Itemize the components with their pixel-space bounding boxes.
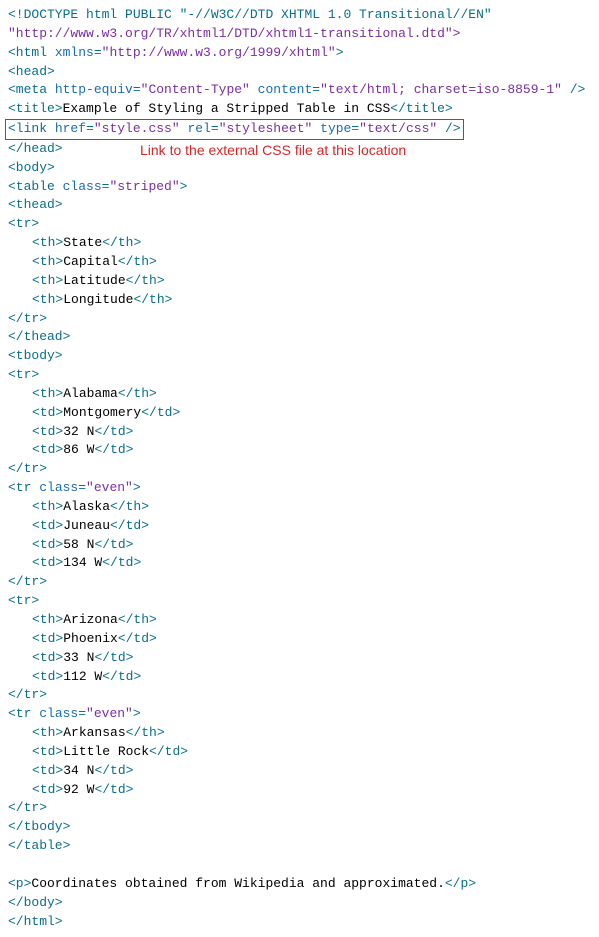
head-open: <head> <box>8 63 591 82</box>
tr-open: <tr> <box>8 592 591 611</box>
th-capital: <th>Capital</th> <box>8 253 591 272</box>
th-longitude: <th>Longitude</th> <box>8 291 591 310</box>
cell-td: <td>92 W</td> <box>8 781 591 800</box>
footer-p: <p>Coordinates obtained from Wikipedia a… <box>8 875 591 894</box>
body-open: <body> <box>8 159 591 178</box>
body-close: </body> <box>8 894 591 913</box>
tr-close: </tr> <box>8 460 591 479</box>
tr-close: </tr> <box>8 310 591 329</box>
tr-close: </tr> <box>8 686 591 705</box>
cell-td: <td>58 N</td> <box>8 536 591 555</box>
html-close: </html> <box>8 913 591 932</box>
cell-td: <td>33 N</td> <box>8 649 591 668</box>
cell-td: <td>Juneau</td> <box>8 517 591 536</box>
tr-open-even: <tr class="even"> <box>8 479 591 498</box>
meta-line: <meta http-equiv="Content-Type" content=… <box>8 81 591 100</box>
annotation-text: Link to the external CSS file at this lo… <box>140 140 406 160</box>
cell-td: <td>112 W</td> <box>8 668 591 687</box>
tbody-close: </tbody> <box>8 818 591 837</box>
table-open: <table class="striped"> <box>8 178 591 197</box>
tr-open: <tr> <box>8 215 591 234</box>
cell-td: <td>Little Rock</td> <box>8 743 591 762</box>
cell-td: <td>32 N</td> <box>8 423 591 442</box>
html-open: <html xmlns="http://www.w3.org/1999/xhtm… <box>8 44 591 63</box>
th-latitude: <th>Latitude</th> <box>8 272 591 291</box>
cell-td: <td>Phoenix</td> <box>8 630 591 649</box>
th-state: <th>State</th> <box>8 234 591 253</box>
cell-th: <th>Alabama</th> <box>8 385 591 404</box>
tbody-open: <tbody> <box>8 347 591 366</box>
tr-close: </tr> <box>8 573 591 592</box>
cell-th: <th>Alaska</th> <box>8 498 591 517</box>
tr-open: <tr> <box>8 366 591 385</box>
dtd-url-line: "http://www.w3.org/TR/xhtml1/DTD/xhtml1-… <box>8 25 591 44</box>
link-line: <link href="style.css" rel="stylesheet" … <box>8 119 591 140</box>
highlight-box: <link href="style.css" rel="stylesheet" … <box>5 119 464 140</box>
tr-close: </tr> <box>8 799 591 818</box>
cell-td: <td>86 W</td> <box>8 441 591 460</box>
code-block: <!DOCTYPE html PUBLIC "-//W3C//DTD XHTML… <box>8 6 591 931</box>
blank-line <box>8 856 591 875</box>
thead-open: <thead> <box>8 196 591 215</box>
title-line: <title>Example of Styling a Stripped Tab… <box>8 100 591 119</box>
table-close: </table> <box>8 837 591 856</box>
cell-th: <th>Arkansas</th> <box>8 724 591 743</box>
cell-td: <td>134 W</td> <box>8 554 591 573</box>
cell-td: <td>34 N</td> <box>8 762 591 781</box>
doctype-line: <!DOCTYPE html PUBLIC "-//W3C//DTD XHTML… <box>8 6 591 25</box>
cell-th: <th>Arizona</th> <box>8 611 591 630</box>
thead-close: </thead> <box>8 328 591 347</box>
tr-open-even: <tr class="even"> <box>8 705 591 724</box>
cell-td: <td>Montgomery</td> <box>8 404 591 423</box>
